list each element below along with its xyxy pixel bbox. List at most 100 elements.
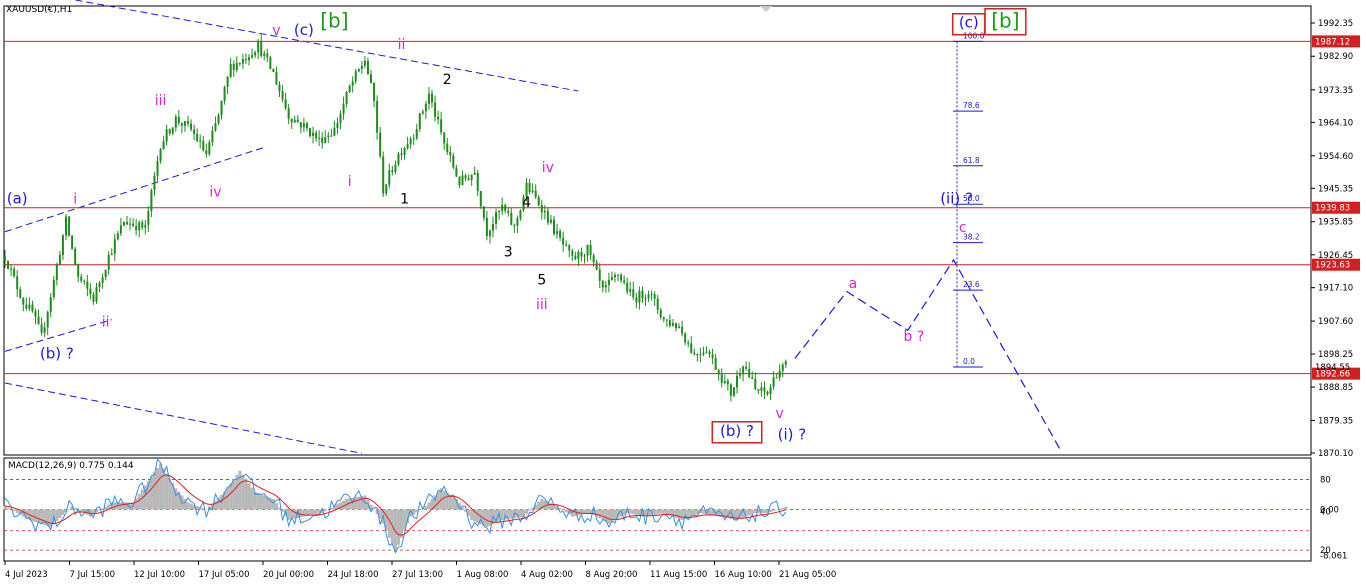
candle-body: [354, 71, 357, 82]
macd-hist-bar: [119, 502, 123, 510]
candle-body: [40, 324, 43, 333]
macd-hist-bar: [598, 509, 602, 519]
candle-body: [702, 352, 705, 355]
candle-body: [504, 204, 507, 211]
candle-body: [321, 137, 324, 144]
candle-body: [684, 333, 687, 343]
candle-body: [638, 290, 641, 303]
x-tick-label: 17 Jul 05:00: [199, 570, 250, 580]
candle-body: [363, 60, 366, 66]
macd-hist-bar: [140, 489, 144, 510]
candle-body: [751, 377, 754, 379]
candle-body: [345, 92, 348, 104]
candle-body: [302, 123, 305, 128]
price-chart[interactable]: 1987.121939.831923.631892.661894.55 100.…: [0, 0, 1366, 588]
candle-body: [498, 210, 501, 213]
candle-body: [559, 231, 562, 238]
candle-body: [92, 294, 95, 302]
candle-body: [446, 143, 449, 152]
candle-body: [360, 65, 363, 69]
candle-body: [318, 137, 321, 139]
candle-body: [687, 342, 690, 344]
candle-body: [723, 381, 726, 383]
candle-body: [644, 297, 647, 299]
macd-hist-bar: [701, 509, 705, 514]
candle-body: [287, 108, 290, 119]
candle-body: [769, 386, 772, 395]
candle-body: [309, 128, 311, 136]
wave-label: ii: [398, 37, 406, 53]
candle-body: [406, 144, 409, 149]
candle-body: [742, 366, 745, 375]
candle-body: [409, 138, 412, 145]
macd-hist-bar: [271, 498, 275, 510]
macd-hist-bar: [665, 509, 669, 515]
x-tick-label: 4 Jul 2023: [5, 570, 48, 580]
candle-body: [656, 298, 659, 310]
candle-body: [540, 205, 543, 213]
y-tick-label: 1992.35: [1318, 19, 1353, 29]
macd-hist-bar: [692, 509, 696, 516]
candle-body: [366, 60, 369, 75]
y-tick-label: 1982.90: [1318, 52, 1353, 62]
y-tick-label: 1954.60: [1318, 152, 1353, 162]
candle-body: [763, 387, 766, 392]
macd-hist-bar: [784, 506, 788, 510]
macd-hist-bar: [772, 509, 776, 511]
candle-body: [748, 368, 751, 378]
candle-body: [662, 317, 665, 320]
candle-body: [135, 225, 138, 231]
candle-body: [476, 172, 479, 192]
wave-label: (a): [7, 190, 28, 208]
candle-body: [507, 210, 510, 213]
macd-indicator-label: MACD(12,26,9) 0.775 0.144: [8, 461, 134, 471]
macd-hist-bar: [73, 507, 77, 510]
candle-body: [373, 82, 376, 101]
macd-hist-bar: [262, 495, 266, 510]
y-tick-label: 1879.35: [1318, 416, 1353, 426]
candle-body: [257, 41, 260, 53]
candle-body: [556, 231, 559, 234]
candle-body: [543, 210, 546, 213]
candle-body: [784, 361, 787, 365]
candle-body: [98, 283, 101, 288]
x-tick-label: 21 Aug 05:00: [779, 570, 836, 580]
y-tick-label: 1898.25: [1318, 350, 1353, 360]
macd-hist-bar: [226, 487, 230, 510]
macd-hist-bar: [451, 496, 455, 510]
candle-body: [336, 123, 339, 128]
candle-body: [766, 391, 769, 395]
fib-level-label: 61.8: [963, 156, 980, 165]
x-tick-label: 11 Aug 15:00: [650, 570, 707, 580]
candle-body: [574, 255, 577, 259]
candle-body: [351, 81, 354, 86]
macd-hist-bar: [308, 509, 312, 516]
wave-label: (ii) ?: [940, 190, 973, 208]
candle-body: [562, 237, 565, 245]
macd-hist-bar: [509, 509, 513, 519]
macd-hist-bar: [601, 509, 605, 521]
candle-body: [153, 175, 156, 191]
candle-body: [431, 93, 433, 103]
candle-body: [668, 320, 671, 326]
candle-body: [211, 130, 214, 143]
candle-body: [254, 52, 257, 56]
candle-body: [464, 175, 467, 179]
candle-body: [754, 378, 757, 390]
macd-hist-bar: [229, 483, 233, 510]
candle-body: [696, 354, 699, 356]
macd-hist-bar: [680, 509, 684, 521]
candle-body: [711, 354, 714, 359]
candle-body: [388, 170, 391, 185]
candle-body: [653, 294, 656, 299]
candle-body: [101, 277, 104, 284]
candle-body: [589, 244, 592, 256]
candle-body: [418, 113, 421, 130]
macd-hist-bar: [762, 509, 766, 514]
candle-body: [174, 116, 177, 128]
candle-body: [586, 244, 589, 256]
candle-body: [141, 222, 144, 228]
candle-body: [107, 254, 110, 270]
macd-hist-bar: [247, 483, 251, 510]
candle-body: [412, 138, 415, 140]
